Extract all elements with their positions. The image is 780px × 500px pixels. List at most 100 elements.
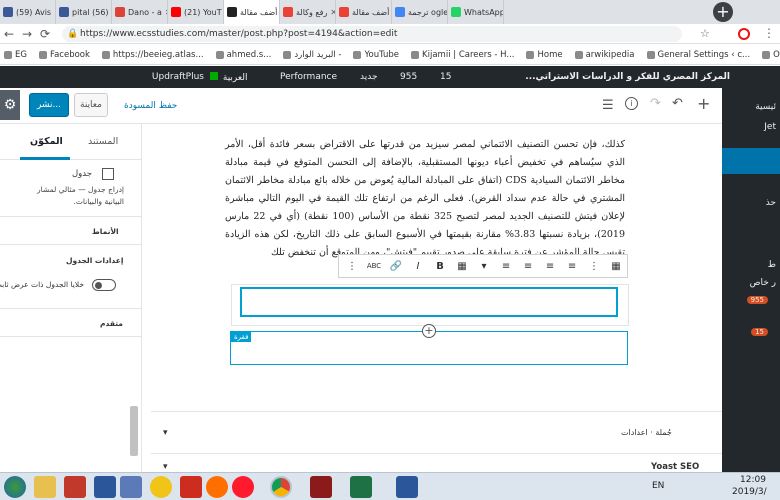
- star-icon[interactable]: ☆: [700, 27, 710, 40]
- more-options-icon[interactable]: ⋮: [583, 255, 605, 277]
- new-tab-button[interactable]: +: [713, 2, 733, 22]
- bold-icon[interactable]: B: [429, 255, 451, 277]
- table-settings-panel[interactable]: إعدادات الجدول: [66, 256, 123, 265]
- italic-icon[interactable]: I: [407, 255, 429, 277]
- taskbar-app-icon[interactable]: [64, 476, 86, 498]
- bookmark-label: البريد الوارد -: [294, 49, 342, 60]
- language-indicator[interactable]: EN: [652, 481, 664, 491]
- bookmark-item[interactable]: Facebook: [38, 50, 90, 60]
- admin-menu-item[interactable]: Jet: [764, 122, 776, 132]
- block-navigation-icon[interactable]: ☰: [602, 98, 614, 113]
- bookmark-favicon-icon: [646, 50, 655, 59]
- bookmark-item[interactable]: EG: [4, 50, 27, 60]
- settings-panel[interactable]: ▾ جُملة · اعدادات: [151, 414, 722, 454]
- updates-link[interactable]: 15: [440, 72, 480, 82]
- browser-tab[interactable]: pital (56)✕: [56, 0, 112, 24]
- save-draft-button[interactable]: حفظ المسودة: [124, 101, 177, 111]
- sidebar-scrollbar[interactable]: [130, 406, 138, 456]
- taskbar-app-icon[interactable]: [310, 476, 332, 498]
- bookmark-item[interactable]: arwikipedia: [574, 50, 635, 60]
- edit-table-icon[interactable]: ▦: [451, 255, 473, 277]
- admin-menu-badge[interactable]: 955: [746, 296, 768, 304]
- styles-panel[interactable]: الأنماط: [92, 227, 119, 236]
- strikethrough-icon[interactable]: ABC: [363, 255, 385, 277]
- tab-block[interactable]: المكوّن: [30, 136, 63, 147]
- align-icon[interactable]: ≡: [517, 255, 539, 277]
- bookmark-item[interactable]: Othe: [762, 50, 780, 60]
- align-icon[interactable]: ≡: [539, 255, 561, 277]
- admin-menu-badge[interactable]: 15: [751, 328, 768, 336]
- table-toolbar-icon[interactable]: ▦: [605, 255, 627, 277]
- browser-tab[interactable]: رفع وكالة✕: [280, 0, 336, 24]
- browser-tab[interactable]: ترجمة ogle✕: [392, 0, 448, 24]
- more-options-icon[interactable]: ⋮: [341, 255, 363, 277]
- paragraph-block[interactable]: كذلك، فإن تحسن التصنيف الائتماني لمصر سي…: [225, 136, 625, 262]
- reload-icon[interactable]: ⟳: [36, 27, 54, 41]
- chevron-down-icon[interactable]: ▾: [473, 255, 495, 277]
- bookmark-item[interactable]: ahmed.s...: [215, 50, 271, 60]
- align-icon[interactable]: ≡: [561, 255, 583, 277]
- settings-gear-icon[interactable]: ⚙: [0, 90, 20, 120]
- admin-menu-item[interactable]: ط: [768, 260, 776, 270]
- bookmark-item[interactable]: General Settings ‹ c...: [646, 49, 751, 60]
- bookmark-label: General Settings ‹ c...: [657, 49, 751, 60]
- comments-link[interactable]: 955: [400, 72, 440, 82]
- bookmark-item[interactable]: https://beeieg.atlas...: [101, 50, 204, 60]
- language-switch[interactable]: العربية: [210, 71, 280, 83]
- opera-taskbar-icon[interactable]: [232, 476, 254, 498]
- updates-count: 15: [440, 72, 452, 82]
- add-block-inline-icon[interactable]: +: [422, 324, 436, 338]
- menu-icon[interactable]: ⋮: [763, 26, 775, 40]
- admin-menu-active-item[interactable]: [722, 148, 780, 174]
- chrome-icon[interactable]: [270, 476, 292, 498]
- opera-icon[interactable]: [738, 28, 750, 40]
- add-block-icon[interactable]: +: [697, 94, 710, 113]
- fixed-width-toggle[interactable]: [92, 279, 116, 291]
- info-icon[interactable]: i: [625, 97, 638, 110]
- windows-taskbar: EN 12:09 2019/3/: [0, 472, 780, 500]
- bookmark-item[interactable]: البريد الوارد -: [283, 50, 341, 60]
- file-explorer-icon[interactable]: [34, 476, 56, 498]
- admin-menu-item[interactable]: ر خاص: [750, 278, 776, 288]
- bookmark-favicon-icon: [526, 50, 535, 59]
- url-bar[interactable]: 🔒 https://www.ecsstudies.com/master/post…: [62, 26, 682, 42]
- browser-tab[interactable]: Dano - a✕: [112, 0, 168, 24]
- taskbar-app-icon[interactable]: [180, 476, 202, 498]
- taskbar-app-icon[interactable]: [150, 476, 172, 498]
- new-link[interactable]: جديد: [360, 72, 400, 82]
- browser-tab[interactable]: أضف مقالة✕: [336, 0, 392, 24]
- link-icon[interactable]: 🔗: [385, 255, 407, 277]
- site-title-link[interactable]: المركز المصري للفكر و الدراسات الاستراتي…: [480, 72, 730, 82]
- forward-icon[interactable]: →: [18, 27, 36, 41]
- back-icon[interactable]: ←: [0, 27, 18, 41]
- yoast-panel-label: Yoast SEO: [651, 462, 700, 472]
- admin-menu-item[interactable]: ئيسية: [755, 102, 776, 112]
- advanced-panel[interactable]: متقدم: [100, 319, 123, 328]
- publish-button[interactable]: نشر...: [29, 93, 69, 117]
- redo-icon[interactable]: ↷: [650, 96, 661, 111]
- bookmark-item[interactable]: Home: [526, 50, 563, 60]
- align-icon[interactable]: ≡: [495, 255, 517, 277]
- clock-date[interactable]: 2019/3/: [732, 487, 767, 497]
- performance-link[interactable]: Performance: [280, 72, 360, 82]
- updraft-link[interactable]: UpdraftPlus: [0, 72, 210, 82]
- undo-icon[interactable]: ↶: [672, 96, 683, 111]
- firefox-icon[interactable]: [206, 476, 228, 498]
- excel-icon[interactable]: [350, 476, 372, 498]
- admin-menu-item[interactable]: حذ: [766, 198, 776, 208]
- clock-time[interactable]: 12:09: [740, 475, 766, 485]
- taskbar-app-icon[interactable]: [120, 476, 142, 498]
- bookmark-item[interactable]: YouTube: [353, 50, 399, 60]
- browser-tab[interactable]: أضف مقالة✕: [224, 0, 280, 24]
- browser-tab[interactable]: (21) YouT✕: [168, 0, 224, 24]
- tab-document[interactable]: المستند: [88, 136, 118, 147]
- browser-tab[interactable]: WhatsApp✕: [448, 0, 504, 24]
- yoast-panel[interactable]: ▾ Yoast SEO: [151, 459, 722, 472]
- start-button-icon[interactable]: [4, 476, 26, 498]
- bookmark-item[interactable]: Kijamii | Careers - H...: [411, 50, 514, 60]
- word-icon[interactable]: [396, 476, 418, 498]
- preview-button[interactable]: معاينة: [74, 93, 108, 117]
- taskbar-app-icon[interactable]: [94, 476, 116, 498]
- comments-count: 955: [400, 72, 418, 82]
- browser-tab[interactable]: (59) Avis✕: [0, 0, 56, 24]
